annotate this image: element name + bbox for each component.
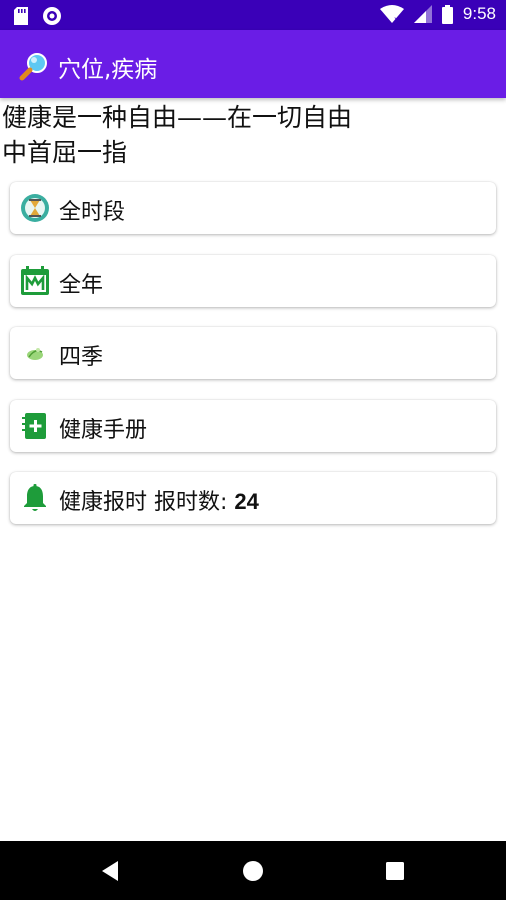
menu-item-all-time[interactable]: 全时段 (10, 182, 496, 234)
back-button[interactable] (98, 858, 124, 884)
menu-item-all-year[interactable]: 全年 (10, 254, 496, 307)
app-bar: 穴位,疾病 (0, 30, 506, 98)
wifi-icon: x (379, 5, 404, 23)
health-book-icon (22, 412, 46, 439)
menu-list: 全时段 全年 四季 健康手册 健康报时 报时数: 24 (10, 182, 496, 545)
menu-item-health-chime[interactable]: 健康报时 报时数: 24 (10, 472, 496, 524)
svg-text:x: x (394, 15, 399, 23)
app-title: 穴位,疾病 (58, 57, 158, 83)
calendar-icon (21, 265, 49, 295)
menu-item-health-handbook[interactable]: 健康手册 (10, 399, 496, 452)
menu-item-label: 健康报时 报时数: 24 (59, 484, 259, 516)
recents-button[interactable] (382, 858, 408, 884)
menu-item-four-seasons[interactable]: 四季 (10, 327, 496, 379)
menu-item-label: 四季 (59, 345, 104, 370)
sd-card-icon (14, 7, 28, 25)
hourglass-clock-icon (21, 194, 49, 222)
chime-label: 健康报时 报时数: (59, 490, 235, 515)
magnifier-icon[interactable] (18, 50, 50, 82)
menu-item-label: 全年 (59, 272, 104, 298)
status-time: 9:58 (462, 4, 496, 23)
motto-text: 健康是一种自由——在一切自由 中首屈一指 (2, 103, 353, 167)
home-button[interactable] (240, 858, 266, 884)
navigation-bar (0, 841, 506, 900)
circle-notification-icon (43, 7, 61, 25)
menu-item-label: 全时段 (59, 200, 126, 225)
chime-count: 24 (234, 489, 259, 514)
bell-icon (24, 484, 46, 511)
status-bar: x 9:58 (0, 0, 506, 30)
season-leaf-icon (27, 348, 43, 360)
battery-icon (441, 4, 453, 24)
signal-icon (413, 5, 432, 23)
menu-item-label: 健康手册 (59, 417, 148, 443)
